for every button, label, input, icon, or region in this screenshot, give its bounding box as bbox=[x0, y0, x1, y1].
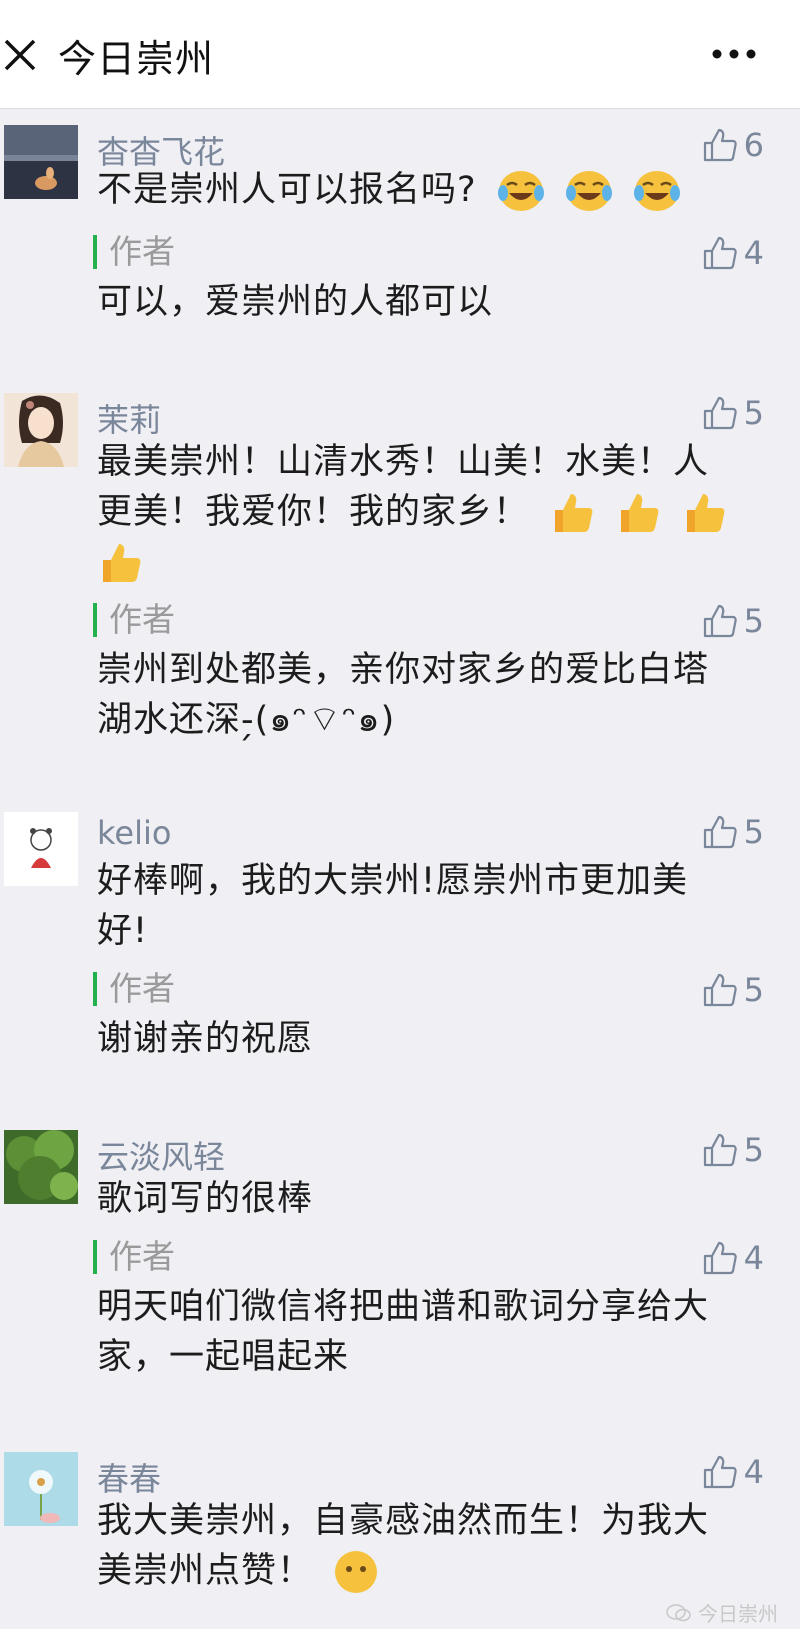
author-reply-label: 作者 bbox=[93, 603, 175, 637]
thumbs-up-emoji bbox=[687, 494, 725, 532]
like-count: 6 bbox=[743, 126, 764, 164]
comment-text: 我大美崇州，自豪感油然而生！为我大 美崇州点赞！ bbox=[97, 1496, 757, 1596]
nickname: 春春 bbox=[97, 1460, 162, 1498]
like-count: 5 bbox=[743, 971, 764, 1009]
reply-like-button[interactable]: 4 bbox=[702, 233, 764, 273]
reply-text: 谢谢亲的祝愿 bbox=[97, 1019, 314, 1059]
tears-of-joy-emoji bbox=[634, 171, 680, 211]
nickname: 云淡风轻 bbox=[97, 1138, 226, 1176]
comment-text-line: 我大美崇州，自豪感油然而生！为我大 bbox=[97, 1501, 710, 1541]
tears-of-joy-emoji bbox=[497, 171, 544, 211]
reply-text-line: 湖水还深-̗(๑ᵔ⌔ᵔ๑) bbox=[97, 700, 396, 740]
avatar[interactable] bbox=[4, 393, 78, 467]
wechat-logo-icon bbox=[666, 1603, 691, 1621]
comment-emoji-line bbox=[97, 537, 757, 587]
thumbs-up-icon bbox=[703, 128, 737, 162]
author-reply-label: 作者 bbox=[93, 1240, 175, 1274]
like-count: 4 bbox=[743, 234, 764, 272]
comment-text-line: 最美崇州！山清水秀！山美！水美！人 bbox=[97, 442, 710, 482]
like-count: 4 bbox=[743, 1239, 764, 1277]
avatar[interactable] bbox=[4, 125, 78, 199]
comment-text: 最美崇州！山清水秀！山美！水美！人 更美！我爱你！我的家乡！ bbox=[97, 437, 757, 587]
avatar[interactable] bbox=[4, 1130, 78, 1204]
close-button[interactable] bbox=[0, 30, 40, 80]
like-button[interactable]: 5 bbox=[702, 1130, 764, 1170]
author-reply-label: 作者 bbox=[93, 972, 175, 1006]
avatar[interactable] bbox=[4, 812, 78, 886]
top-bar: 今日崇州 bbox=[0, 0, 800, 109]
thumbs-up-icon bbox=[703, 1241, 737, 1275]
tears-of-joy-emoji-group bbox=[489, 170, 681, 211]
like-button[interactable]: 5 bbox=[702, 393, 764, 433]
like-count: 5 bbox=[743, 813, 764, 851]
comment-text-line: 更美！我爱你！我的家乡！ bbox=[97, 492, 530, 532]
page-title: 今日崇州 bbox=[58, 37, 215, 81]
thumbs-up-icon bbox=[703, 973, 737, 1007]
watermark-text: 今日崇州 bbox=[698, 1602, 778, 1626]
thumbs-up-emoji bbox=[103, 544, 141, 582]
reply-text-line: 崇州到处都美，亲你对家乡的爱比白塔 bbox=[97, 650, 710, 690]
like-button[interactable]: 6 bbox=[702, 125, 764, 165]
nickname: 茉莉 bbox=[97, 401, 162, 439]
like-button[interactable]: 4 bbox=[702, 1452, 764, 1492]
thumbs-up-emoji bbox=[621, 494, 659, 532]
reply-like-button[interactable]: 4 bbox=[702, 1238, 764, 1278]
comment-text-line-with-emoji: 美崇州点赞！ bbox=[97, 1546, 757, 1596]
like-count: 5 bbox=[743, 394, 764, 432]
more-icon bbox=[712, 49, 756, 59]
reply-text-line: 家，一起唱起来 bbox=[97, 1337, 350, 1377]
thumbs-up-icon bbox=[703, 1133, 737, 1167]
comment-text-line: 美崇州点赞！ bbox=[97, 1551, 314, 1591]
like-count: 5 bbox=[743, 1131, 764, 1169]
reply-text: 明天咱们微信将把曲谱和歌词分享给大 家，一起唱起来 bbox=[97, 1282, 757, 1382]
author-reply-label: 作者 bbox=[93, 235, 175, 269]
comment-text-content: 不是崇州人可以报名吗? bbox=[97, 170, 477, 210]
reply-text-line: 明天咱们微信将把曲谱和歌词分享给大 bbox=[97, 1287, 710, 1327]
like-count: 5 bbox=[743, 602, 764, 640]
reply-like-button[interactable]: 5 bbox=[702, 601, 764, 641]
close-icon bbox=[4, 39, 36, 71]
watermark: 今日崇州 bbox=[666, 1598, 778, 1627]
thumbs-up-icon bbox=[703, 815, 737, 849]
more-button[interactable] bbox=[704, 36, 764, 72]
comment-text-line: 好! bbox=[97, 911, 149, 951]
comment-text: 歌词写的很棒 bbox=[97, 1179, 314, 1219]
reply-text: 崇州到处都美，亲你对家乡的爱比白塔 湖水还深-̗(๑ᵔ⌔ᵔ๑) bbox=[97, 645, 757, 745]
thumbs-up-icon bbox=[703, 396, 737, 430]
avatar[interactable] bbox=[4, 1452, 78, 1526]
thumbs-up-icon bbox=[703, 1455, 737, 1489]
reply-text: 可以，爱崇州的人都可以 bbox=[97, 282, 494, 322]
comment-text: 好棒啊，我的大崇州!愿崇州市更加美 好! bbox=[97, 856, 757, 956]
reply-like-button[interactable]: 5 bbox=[702, 970, 764, 1010]
nickname: kelio bbox=[97, 814, 172, 852]
thumbs-up-emoji bbox=[555, 494, 593, 532]
thumbs-up-icon bbox=[703, 236, 737, 270]
thumbs-up-icon bbox=[703, 604, 737, 638]
like-count: 4 bbox=[743, 1453, 764, 1491]
tears-of-joy-emoji bbox=[565, 171, 612, 211]
comment-text: 不是崇州人可以报名吗? bbox=[97, 165, 757, 215]
smile-emoji bbox=[335, 1551, 378, 1593]
comment-text-line: 好棒啊，我的大崇州!愿崇州市更加美 bbox=[97, 861, 689, 901]
like-button[interactable]: 5 bbox=[702, 812, 764, 852]
comment-text-line-with-emoji: 更美！我爱你！我的家乡！ bbox=[97, 487, 757, 537]
